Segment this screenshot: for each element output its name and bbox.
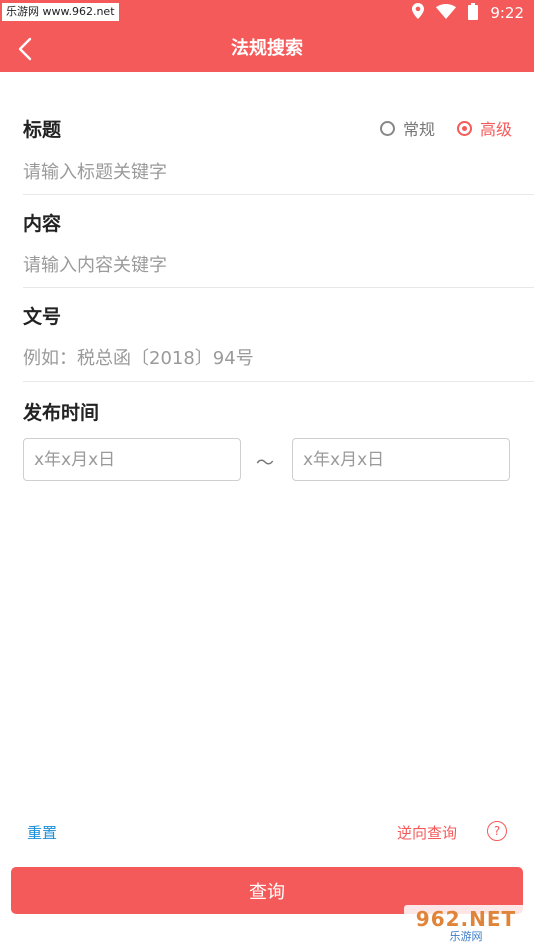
content-label: 内容	[23, 213, 62, 235]
radio-circle-icon	[379, 120, 395, 136]
radio-selected-icon	[456, 120, 472, 136]
title-label: 标题	[23, 119, 62, 141]
mode-normal-radio[interactable]: 常规	[379, 116, 435, 140]
date-range-separator: ～	[256, 453, 274, 474]
status-time: 9:22	[490, 4, 524, 22]
status-icons: 9:22	[412, 0, 524, 26]
end-date-input[interactable]	[292, 438, 510, 481]
divider	[23, 194, 534, 195]
wifi-icon	[436, 3, 457, 23]
divider	[23, 381, 534, 382]
reset-button[interactable]: 重置	[27, 822, 57, 843]
page-title: 法规搜索	[231, 38, 303, 59]
doc-number-label: 文号	[23, 306, 62, 328]
content-input[interactable]	[23, 245, 511, 285]
mode-advanced-radio[interactable]: 高级	[456, 116, 512, 140]
watermark-sub: 乐游网	[449, 929, 483, 943]
location-icon	[412, 3, 425, 23]
navigation-bar: 法规搜索	[0, 26, 534, 72]
title-input[interactable]	[23, 152, 511, 192]
watermark-main: 962.NET	[415, 906, 517, 931]
publish-time-label: 发布时间	[23, 402, 100, 424]
mode-advanced-label: 高级	[479, 120, 512, 139]
start-date-input[interactable]	[23, 438, 241, 481]
help-icon[interactable]: ?	[487, 821, 507, 841]
doc-number-input[interactable]	[23, 338, 511, 378]
status-bar: 乐游网 www.962.net 9:22	[0, 0, 534, 26]
battery-icon	[468, 2, 479, 24]
watermark-label: 乐游网 www.962.net	[2, 3, 119, 21]
divider	[23, 287, 534, 288]
reverse-query-button[interactable]: 逆向查询	[397, 822, 457, 843]
search-mode-group: 常规 高级	[379, 116, 512, 140]
mode-normal-label: 常规	[402, 120, 435, 139]
watermark-logo: 962.NET 乐游网	[404, 905, 528, 945]
